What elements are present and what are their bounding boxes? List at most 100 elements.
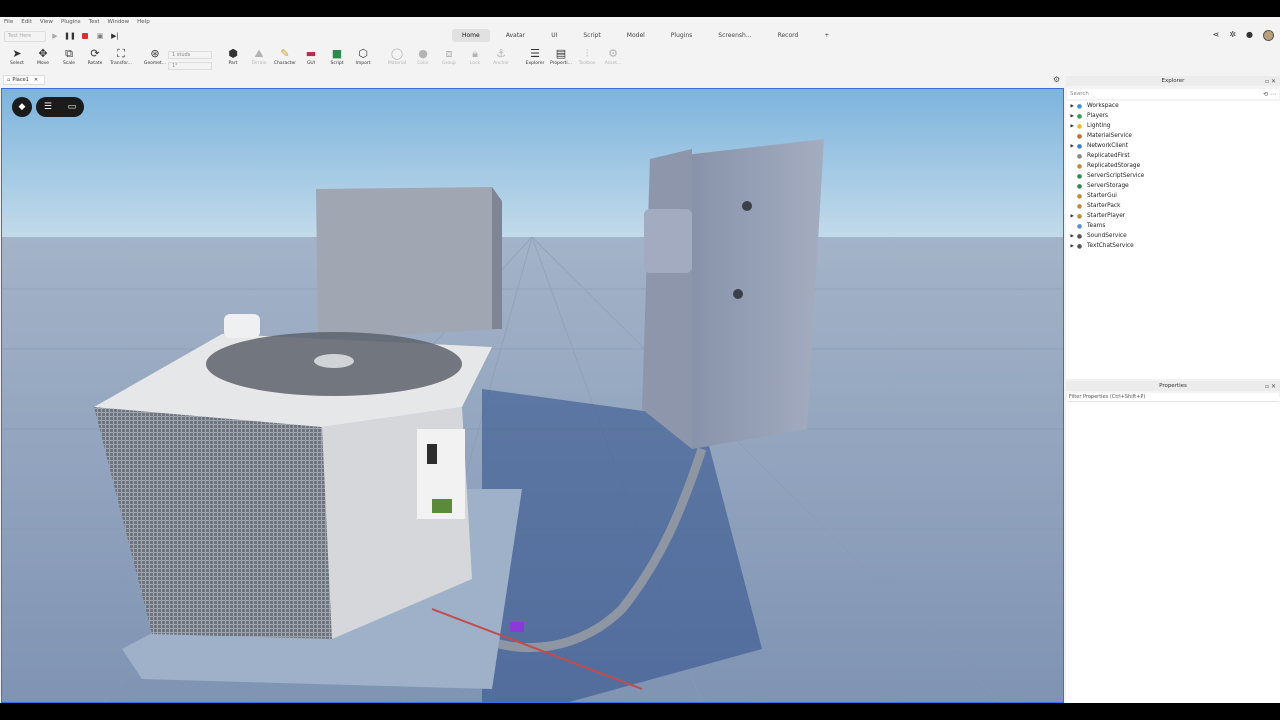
anchor-icon: ⚓︎ (496, 47, 506, 60)
close-icon[interactable]: ✕ (34, 77, 38, 83)
tree-item-startergui[interactable]: ● StarterGui (1066, 191, 1280, 201)
group-icon: ⧈ (445, 47, 453, 60)
move-icon: ✥ (38, 47, 48, 60)
anchor-tool[interactable]: ⚓︎ Anchor (488, 47, 514, 73)
expand-arrow-icon[interactable]: ▶ (1066, 244, 1074, 249)
script-tool[interactable]: ■ Script (324, 47, 350, 73)
tab-ui[interactable]: UI (541, 29, 567, 42)
tab-model[interactable]: Model (617, 29, 655, 42)
chat-icon[interactable]: ▭ (68, 102, 77, 112)
test-mode-dropdown[interactable]: Test Here (4, 30, 46, 42)
tree-item-replicatedstorage[interactable]: ● ReplicatedStorage (1066, 161, 1280, 171)
play-icon[interactable]: ▶ (49, 30, 61, 42)
tree-item-serverstorage[interactable]: ● ServerStorage (1066, 181, 1280, 191)
tree-item-workspace[interactable]: ▶ ● Workspace (1066, 101, 1280, 111)
menu-file[interactable]: File (4, 19, 13, 25)
tree-item-soundservice[interactable]: ▶ ● SoundService (1066, 231, 1280, 241)
history-icon[interactable]: ⟲ ⋯ (1263, 91, 1276, 98)
asset-tool[interactable]: ⚙ Asset... (600, 47, 626, 73)
tab-record[interactable]: Record (768, 29, 809, 42)
toolbox-tool[interactable]: ⫶ Toolbox (574, 47, 600, 73)
import-icon: ⬡ (358, 47, 368, 60)
scene-render (2, 89, 1063, 702)
tree-item-starterplayer[interactable]: ▶ ● StarterPlayer (1066, 211, 1280, 221)
rotate-tool[interactable]: ⟳ Rotate (82, 47, 108, 73)
transform-tool[interactable]: ⛶ Transfor... (108, 47, 134, 73)
character-tool[interactable]: ✎ Character (272, 47, 298, 73)
service-icon: ● (1076, 232, 1083, 240)
explorer-search-input[interactable]: Search ⟲ ⋯ (1067, 89, 1279, 99)
group-tool[interactable]: ⧈ Group (436, 47, 462, 73)
step-icon[interactable]: ▶| (109, 30, 121, 42)
menu-plugins[interactable]: Plugins (61, 19, 81, 25)
expand-arrow-icon[interactable]: ▶ (1066, 114, 1074, 119)
terrain-icon: ⛰ (254, 47, 264, 60)
tree-item-replicatedfirst[interactable]: ● ReplicatedFirst (1066, 151, 1280, 161)
tree-item-label: NetworkClient (1087, 143, 1128, 149)
color-icon: ● (418, 47, 428, 60)
tab-script[interactable]: Script (573, 29, 610, 42)
expand-arrow-icon[interactable]: ▶ (1066, 234, 1074, 239)
degrees-field[interactable]: 1° (168, 61, 212, 70)
pause-icon[interactable]: ❚❚ (64, 30, 76, 42)
select-tool[interactable]: ➤ Select (4, 47, 30, 73)
studs-field[interactable]: 1 studs (168, 50, 212, 59)
properties-filter-input[interactable]: Filter Properties (Ctrl+Shift+P) (1067, 393, 1279, 402)
menu-icon[interactable]: ☰ (44, 102, 52, 112)
tab-add[interactable]: + (814, 29, 839, 42)
menu-edit[interactable]: Edit (21, 19, 32, 25)
tree-item-networkclient[interactable]: ▶ ● NetworkClient (1066, 141, 1280, 151)
tree-item-lighting[interactable]: ▶ ● Lighting (1066, 121, 1280, 131)
gui-tool[interactable]: ▬ GUI (298, 47, 324, 73)
view-settings-icon[interactable]: ⚙ (1053, 75, 1060, 84)
expand-arrow-icon[interactable]: ▶ (1066, 104, 1074, 109)
roblox-logo-button[interactable]: ◆ (12, 97, 32, 117)
cursor-icon: ➤ (12, 47, 22, 60)
tree-item-materialservice[interactable]: ● MaterialService (1066, 131, 1280, 141)
color-tool[interactable]: ● Color (410, 47, 436, 73)
viewport-menu: ☰ ▭ (36, 97, 84, 117)
lock-tool[interactable]: 🔒︎ Lock (462, 47, 488, 73)
menu-window[interactable]: Window (107, 19, 129, 25)
tree-item-starterpack[interactable]: ● StarterPack (1066, 201, 1280, 211)
geometry-tool[interactable]: ⊛ Geomet... (142, 47, 168, 73)
service-icon: ● (1076, 242, 1083, 250)
move-tool[interactable]: ✥ Move (30, 47, 56, 73)
service-icon: ● (1076, 192, 1083, 200)
tab-avatar[interactable]: Avatar (496, 29, 535, 42)
tree-item-serverscriptservice[interactable]: ● ServerScriptService (1066, 171, 1280, 181)
collaborate-icon[interactable]: ✲ (1229, 30, 1236, 41)
scale-tool[interactable]: ⧉ Scale (56, 47, 82, 73)
tab-home[interactable]: Home (452, 29, 490, 42)
document-tab[interactable]: ▫ Place1 ✕ (3, 75, 45, 85)
tree-item-teams[interactable]: ● Teams (1066, 221, 1280, 231)
tab-screenshot[interactable]: Screensh... (708, 29, 761, 42)
terrain-tool[interactable]: ⛰ Terrain (246, 47, 272, 73)
material-tool[interactable]: ◯ Material (384, 47, 410, 73)
expand-arrow-icon[interactable]: ▶ (1066, 214, 1074, 219)
expand-arrow-icon[interactable]: ▶ (1066, 124, 1074, 129)
tab-plugins[interactable]: Plugins (661, 29, 703, 42)
panel-options-icon[interactable]: ▫ ✕ (1265, 383, 1276, 390)
tree-item-label: ReplicatedFirst (1087, 153, 1130, 159)
share-icon[interactable]: ⋖ (1213, 30, 1220, 41)
explorer-title: Explorer (1161, 78, 1185, 84)
stop-icon[interactable] (79, 30, 91, 42)
properties-tool[interactable]: ▤ Properti... (548, 47, 574, 73)
menu-view[interactable]: View (40, 19, 53, 25)
viewport-3d[interactable]: ◆ ☰ ▭ (1, 88, 1064, 703)
import-tool[interactable]: ⬡ Import (350, 47, 376, 73)
tree-item-label: StarterGui (1087, 193, 1117, 199)
tree-item-textchatservice[interactable]: ▶ ● TextChatService (1066, 241, 1280, 251)
screen: File Edit View Plugins Test Window Help … (0, 0, 1280, 720)
menu-test[interactable]: Test (89, 19, 100, 25)
panel-options-icon[interactable]: ▫ ✕ (1265, 78, 1276, 85)
menu-help[interactable]: Help (137, 19, 150, 25)
expand-arrow-icon[interactable]: ▶ (1066, 144, 1074, 149)
avatar[interactable] (1263, 30, 1274, 41)
screen-icon[interactable]: ▣ (94, 30, 106, 42)
explorer-tool[interactable]: ☰ Explorer (522, 47, 548, 73)
part-tool[interactable]: ⬢ Part (220, 47, 246, 73)
tree-item-players[interactable]: ▶ ● Players (1066, 111, 1280, 121)
notification-icon[interactable]: ● (1246, 30, 1253, 41)
